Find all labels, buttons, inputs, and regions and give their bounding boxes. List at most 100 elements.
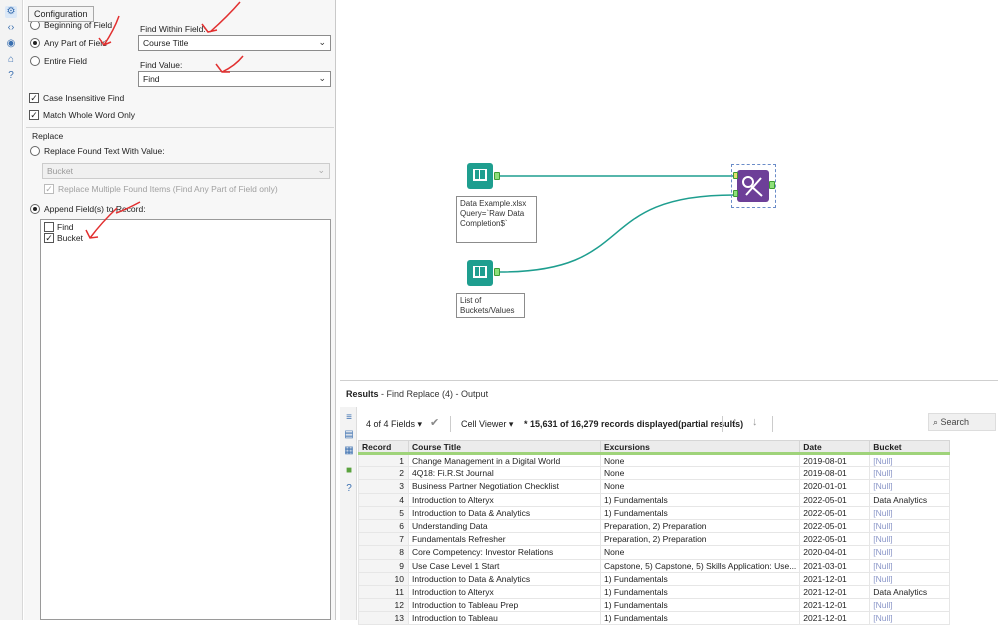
cell-date[interactable]: 2021-12-01 xyxy=(799,584,871,600)
cell-bucket[interactable]: [Null] xyxy=(869,611,951,625)
column-header-date[interactable]: Date xyxy=(799,440,871,455)
table-row[interactable]: 6 Understanding Data Preparation, 2) Prepa… xyxy=(358,518,951,534)
input-data-tool-2[interactable] xyxy=(467,260,493,286)
cell-record[interactable]: 1 xyxy=(358,452,409,468)
gear-icon[interactable]: ⚙ xyxy=(5,6,17,18)
help-icon[interactable]: ? xyxy=(343,483,355,495)
column-header-excursions[interactable]: Excursions xyxy=(599,440,801,455)
fields-count-dropdown[interactable]: 4 of 4 Fields ▾ xyxy=(366,419,422,430)
cell-date[interactable]: 2021-12-01 xyxy=(799,611,871,625)
field-bucket-checkbox[interactable]: ✓ xyxy=(44,233,54,243)
check-icon[interactable]: ✔ xyxy=(430,416,439,429)
field-find-checkbox[interactable] xyxy=(44,222,54,232)
column-header-course-title[interactable]: Course Title xyxy=(408,440,601,455)
output-anchor[interactable] xyxy=(494,268,500,276)
table-row[interactable]: 10 Introduction to Data & Analytics 1) Fun… xyxy=(358,571,951,586)
cell-date[interactable]: 2019-08-01 xyxy=(799,452,871,468)
cell-bucket[interactable]: [Null] xyxy=(869,479,951,494)
cell-date[interactable]: 2021-03-01 xyxy=(799,558,871,573)
list-icon[interactable]: ≡ xyxy=(343,412,355,424)
arrow-down-icon[interactable]: ↓ xyxy=(752,416,758,428)
table-icon[interactable]: ▤ xyxy=(343,429,355,441)
cell-record[interactable]: 8 xyxy=(358,545,409,560)
tag-icon[interactable]: ⌂ xyxy=(5,54,17,66)
cell-excursions[interactable]: 1) Fundamentals xyxy=(599,598,801,613)
cell-date[interactable]: 2020-01-01 xyxy=(799,479,871,494)
cell-excursions[interactable]: Preparation, 2) Preparation xyxy=(599,518,801,534)
input-anchor-f[interactable] xyxy=(733,172,738,179)
table-row[interactable]: 1 Change Management in a Digital World Non… xyxy=(358,452,951,468)
find-within-field-select[interactable]: Course Title ⌄ xyxy=(138,35,331,51)
cell-excursions[interactable]: None xyxy=(599,479,801,494)
cell-bucket[interactable]: [Null] xyxy=(869,571,951,586)
match-whole-word-checkbox[interactable]: ✓ xyxy=(29,110,39,120)
code-icon[interactable]: ‹› xyxy=(5,22,17,34)
cell-bucket[interactable]: [Null] xyxy=(869,558,951,573)
cell-bucket[interactable]: [Null] xyxy=(869,598,951,613)
cell-excursions[interactable]: 1) Fundamentals xyxy=(599,492,801,507)
cell-record[interactable]: 3 xyxy=(358,479,409,494)
table-row[interactable]: 7 Fundamentals Refresher Preparation, 2) P… xyxy=(358,532,951,547)
column-header-record[interactable]: Record xyxy=(358,440,409,455)
results-table[interactable]: Record Course Title Excursions Date Buck… xyxy=(358,440,951,625)
cell-excursions[interactable]: 1) Fundamentals xyxy=(599,571,801,586)
cell-excursions[interactable]: Preparation, 2) Preparation xyxy=(599,532,801,547)
cell-excursions[interactable]: None xyxy=(599,466,801,481)
cell-course-title[interactable]: 4Q18: Fi.R.St Journal xyxy=(408,466,601,481)
table-row[interactable]: 11 Introduction to Alteryx 1) Fundamentals… xyxy=(358,584,951,600)
cell-bucket[interactable]: [Null] xyxy=(869,466,951,481)
search-box[interactable]: ⌕ Search xyxy=(928,413,996,431)
cell-record[interactable]: 6 xyxy=(358,518,409,534)
append-fields-radio[interactable] xyxy=(30,204,40,214)
column-header-bucket[interactable]: Bucket xyxy=(869,440,951,455)
table-row[interactable]: 4 Introduction to Alteryx 1) Fundamentals 2… xyxy=(358,492,951,507)
cell-bucket[interactable]: Data Analytics xyxy=(869,492,951,507)
append-fields-list[interactable] xyxy=(40,219,331,620)
cell-date[interactable]: 2022-05-01 xyxy=(799,532,871,547)
cell-course-title[interactable]: Introduction to Alteryx xyxy=(408,584,601,600)
cell-date[interactable]: 2022-05-01 xyxy=(799,492,871,507)
cell-course-title[interactable]: Introduction to Tableau Prep xyxy=(408,598,601,613)
cell-course-title[interactable]: Business Partner Negotiation Checklist xyxy=(408,479,601,494)
cell-record[interactable]: 13 xyxy=(358,611,409,625)
cell-excursions[interactable]: 1) Fundamentals xyxy=(599,611,801,625)
entire-field-radio[interactable] xyxy=(30,56,40,66)
find-value-select[interactable]: Find ⌄ xyxy=(138,71,331,87)
input-anchor-r[interactable] xyxy=(733,190,738,197)
arrow-up-icon[interactable]: ↑ xyxy=(732,416,738,428)
cell-course-title[interactable]: Introduction to Alteryx xyxy=(408,492,601,507)
cell-record[interactable]: 9 xyxy=(358,558,409,573)
cell-excursions[interactable]: None xyxy=(599,452,801,468)
cell-record[interactable]: 2 xyxy=(358,466,409,481)
cell-course-title[interactable]: Introduction to Tableau xyxy=(408,611,601,625)
cell-date[interactable]: 2021-12-01 xyxy=(799,598,871,613)
input-data-tool-1[interactable] xyxy=(467,163,493,189)
cell-course-title[interactable]: Understanding Data xyxy=(408,518,601,534)
any-part-of-field-radio[interactable] xyxy=(30,38,40,48)
cell-bucket[interactable]: Data Analytics xyxy=(869,584,951,600)
output-anchor[interactable] xyxy=(494,172,500,180)
cell-date[interactable]: 2022-05-01 xyxy=(799,518,871,534)
replace-value-select[interactable]: Bucket ⌄ xyxy=(42,163,330,179)
cell-course-title[interactable]: Core Competency: Investor Relations xyxy=(408,545,601,560)
cell-record[interactable]: 5 xyxy=(358,505,409,520)
cell-course-title[interactable]: Use Case Level 1 Start xyxy=(408,558,601,573)
find-replace-tool[interactable] xyxy=(737,170,769,202)
case-insensitive-checkbox[interactable]: ✓ xyxy=(29,93,39,103)
cell-bucket[interactable]: [Null] xyxy=(869,452,951,468)
cell-course-title[interactable]: Change Management in a Digital World xyxy=(408,452,601,468)
data-output-icon[interactable]: ■ xyxy=(343,465,355,477)
output-anchor[interactable] xyxy=(769,181,775,189)
cell-record[interactable]: 4 xyxy=(358,492,409,507)
table-row[interactable]: 3 Business Partner Negotiation Checklist N… xyxy=(358,479,951,494)
cell-date[interactable]: 2020-04-01 xyxy=(799,545,871,560)
cell-bucket[interactable]: [Null] xyxy=(869,518,951,534)
cell-excursions[interactable]: Capstone, 5) Capstone, 5) Skills Applica… xyxy=(599,558,801,573)
cell-excursions[interactable]: 1) Fundamentals xyxy=(599,584,801,600)
table-row[interactable]: 5 Introduction to Data & Analytics 1) Fund… xyxy=(358,505,951,520)
replace-found-text-radio[interactable] xyxy=(30,146,40,156)
replace-multiple-checkbox[interactable]: ✓ xyxy=(44,184,54,194)
cell-excursions[interactable]: 1) Fundamentals xyxy=(599,505,801,520)
cell-bucket[interactable]: [Null] xyxy=(869,545,951,560)
cell-excursions[interactable]: None xyxy=(599,545,801,560)
